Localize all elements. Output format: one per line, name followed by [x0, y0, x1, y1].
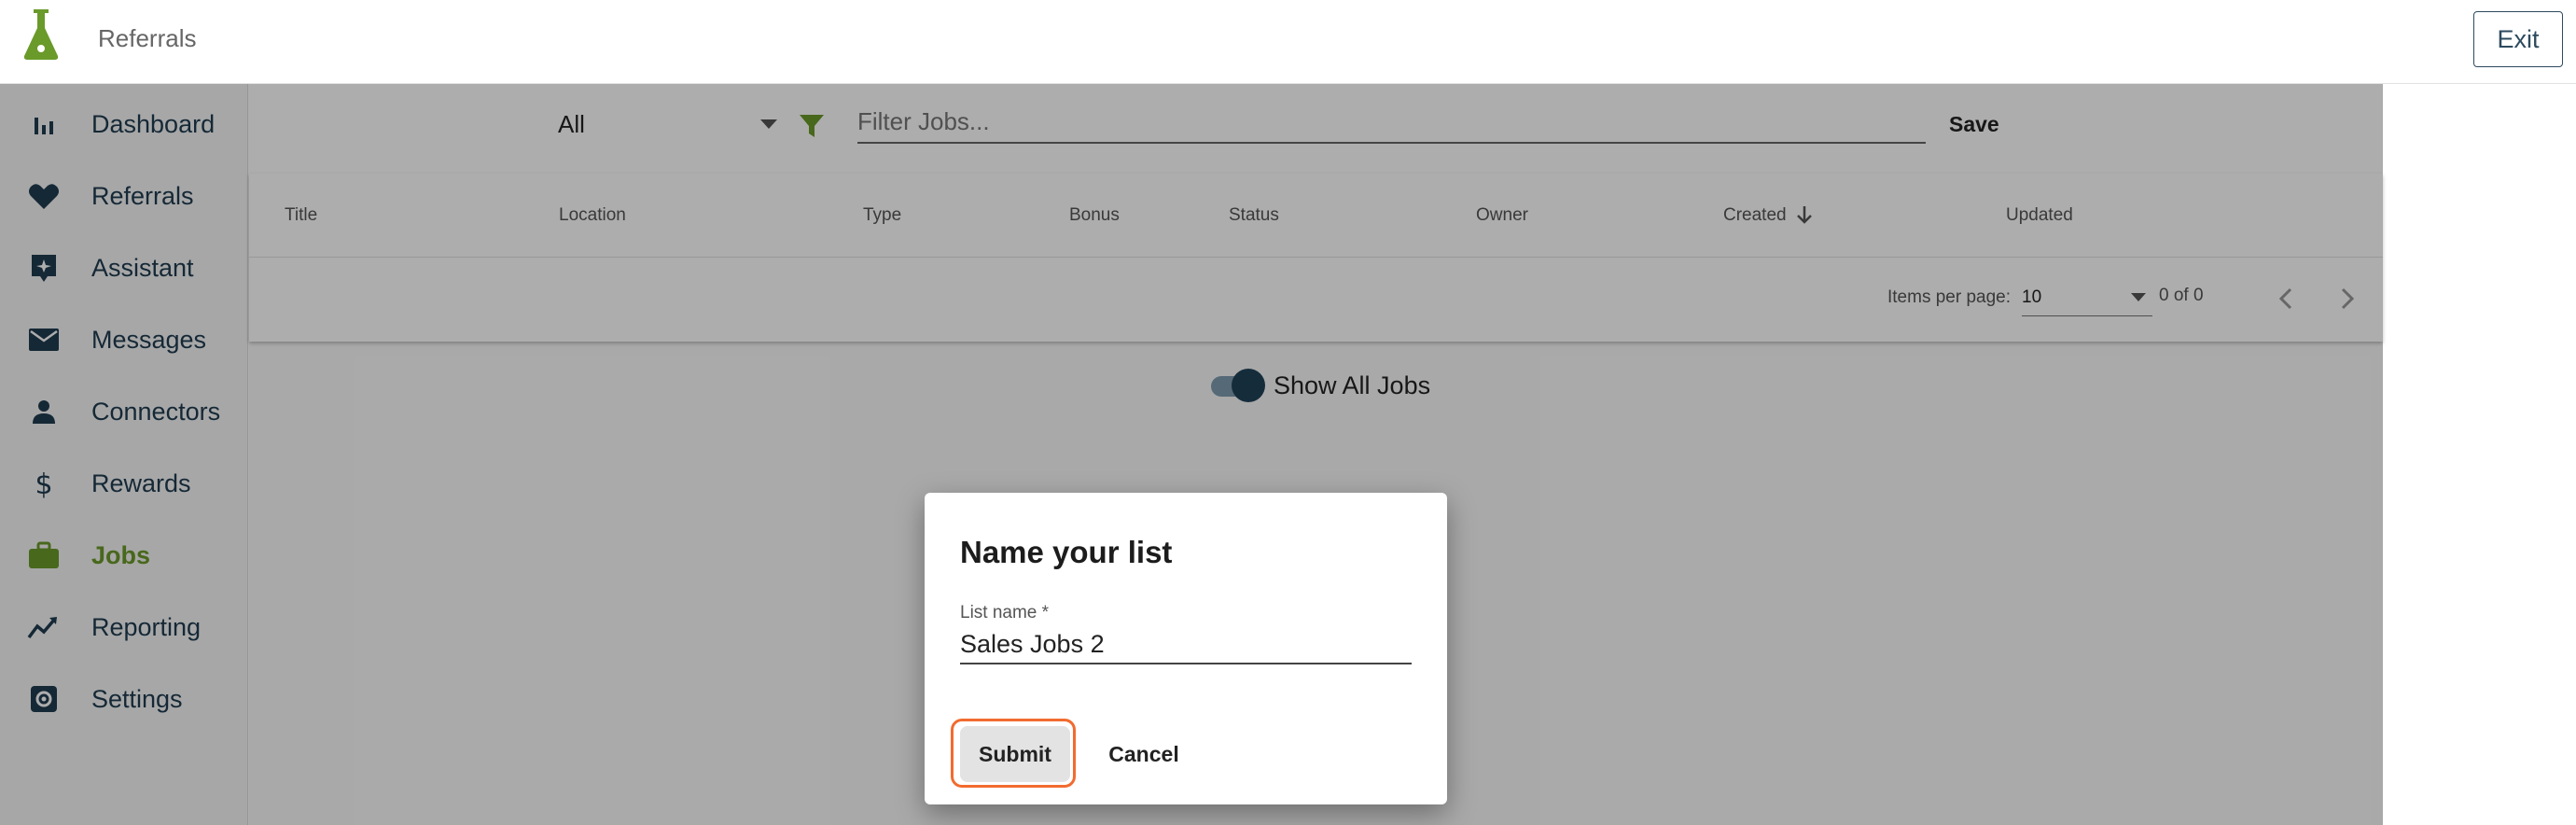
app-title: Referrals [98, 24, 197, 52]
top-bar: Referrals Exit [0, 0, 2576, 84]
submit-button[interactable]: Submit [960, 726, 1070, 782]
cancel-button[interactable]: Cancel [1089, 726, 1199, 782]
list-name-input[interactable] [960, 625, 1412, 664]
name-list-dialog: Name your list List name * Submit Cancel [925, 493, 1447, 804]
flask-logo-icon[interactable] [21, 6, 62, 62]
exit-button[interactable]: Exit [2473, 11, 2563, 67]
list-name-label: List name * [960, 603, 1050, 622]
dialog-title: Name your list [960, 535, 1173, 569]
